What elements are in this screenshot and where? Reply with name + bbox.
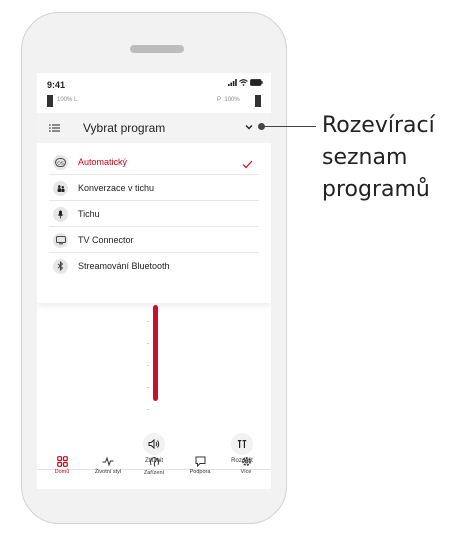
phone-battery-icon: [250, 79, 263, 86]
callout-line-3: programů: [322, 177, 430, 202]
tab-label: Podpora: [189, 469, 211, 475]
hearing-aid-icon: [149, 457, 159, 467]
right-battery-icon: [255, 95, 261, 107]
tab-lifestyle[interactable]: Životní styl: [85, 456, 131, 488]
mute-button[interactable]: [143, 433, 165, 455]
people-icon: [53, 180, 68, 196]
status-time: 9:41: [47, 80, 66, 90]
chat-icon: [195, 456, 205, 467]
activity-icon: [102, 456, 114, 467]
slider-tick: [147, 365, 149, 366]
program-item-quiet-conversation[interactable]: Konverzace v tichu: [49, 177, 259, 201]
callout-line-2: seznam: [322, 145, 408, 170]
status-bar: 9:41: [37, 73, 271, 91]
program-item-bluetooth-streaming[interactable]: Streamování Bluetooth: [49, 255, 259, 277]
gear-icon: [241, 457, 251, 466]
phone-frame: 9:41 100% L P 100% Vybrat program OS Aut…: [21, 12, 287, 524]
slider-tick: [147, 409, 149, 410]
left-battery-icon: [47, 95, 53, 107]
automatic-os-icon: OS: [53, 154, 68, 170]
system-icons: [228, 79, 263, 86]
list-menu-icon: [49, 124, 69, 132]
tab-more[interactable]: Více: [223, 456, 269, 488]
program-label: TV Connector: [78, 235, 134, 245]
program-label: Automatický: [78, 157, 128, 167]
slider-tick: [147, 387, 149, 388]
tv-icon: [53, 232, 68, 248]
volume-level-bar[interactable]: [153, 305, 158, 401]
phone-speaker-notch: [130, 45, 184, 53]
program-item-quiet[interactable]: Tichu: [49, 203, 259, 227]
tab-label: Životní styl: [94, 469, 122, 475]
tab-support[interactable]: Podpora: [177, 456, 223, 488]
program-label: Streamování Bluetooth: [78, 261, 170, 271]
split-controls-icon: [237, 440, 247, 448]
left-battery-text: 100% L: [57, 97, 78, 103]
split-button[interactable]: [231, 433, 253, 455]
bluetooth-icon: [53, 258, 68, 274]
volume-slider[interactable]: [37, 305, 271, 415]
program-item-tv-connector[interactable]: TV Connector: [49, 229, 259, 253]
checkmark-icon: [242, 156, 253, 174]
divider: [49, 200, 259, 201]
slider-tick: [147, 321, 149, 322]
app-screen: 9:41 100% L P 100% Vybrat program OS Aut…: [37, 73, 271, 489]
program-dropdown-title: Vybrat program: [83, 121, 166, 135]
program-label: Tichu: [78, 209, 100, 219]
divider: [49, 226, 259, 227]
microphone-icon: [53, 206, 68, 222]
bottom-tab-bar: Domů Životní styl Zařízení Podpora Více: [37, 456, 271, 489]
program-item-automatic[interactable]: OS Automatický: [49, 151, 259, 175]
divider: [49, 252, 259, 253]
divider: [49, 174, 259, 175]
tab-home[interactable]: Domů: [39, 456, 85, 488]
tab-label: Domů: [54, 469, 70, 475]
hearing-aid-battery-row: 100% L P 100%: [37, 91, 271, 109]
tab-devices[interactable]: Zařízení: [131, 456, 177, 488]
program-dropdown: Vybrat program OS Automatický Konverzace…: [37, 113, 271, 303]
home-grid-icon: [56, 456, 68, 467]
chevron-down-icon[interactable]: [245, 122, 253, 133]
wifi-icon: [239, 79, 248, 86]
callout-label: Rozevírací seznam programů: [322, 110, 447, 206]
speaker-icon: [148, 439, 160, 449]
svg-text:OS: OS: [57, 160, 64, 165]
program-label: Konverzace v tichu: [78, 183, 155, 193]
signal-icon: [228, 79, 237, 86]
tab-label: Více: [240, 469, 252, 475]
tab-label: Zařízení: [143, 470, 165, 476]
callout-line: [261, 126, 316, 127]
program-dropdown-header[interactable]: Vybrat program: [37, 113, 271, 143]
callout-line-1: Rozevírací: [322, 113, 435, 138]
right-battery-text: P 100%: [217, 97, 240, 103]
slider-tick: [147, 343, 149, 344]
